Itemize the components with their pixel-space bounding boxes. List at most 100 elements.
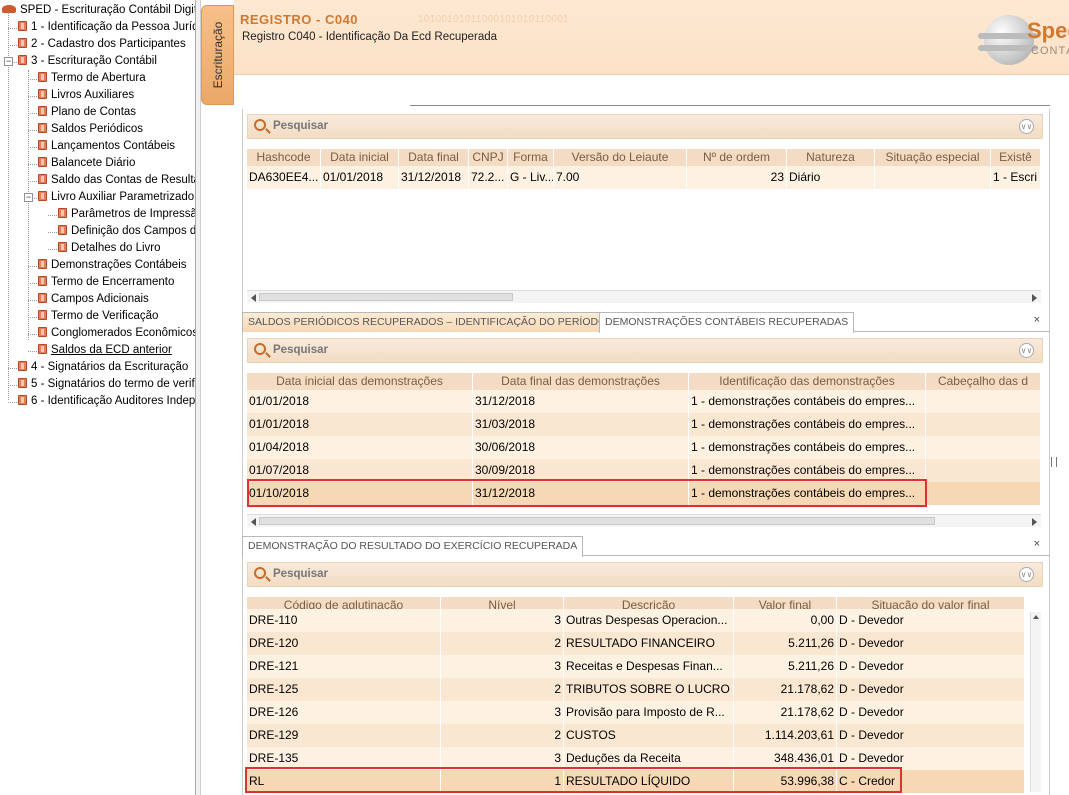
horizontal-scrollbar-1[interactable] <box>247 290 1041 303</box>
collapse-icon[interactable]: − <box>24 193 33 202</box>
column-header[interactable]: Existê <box>991 149 1041 166</box>
tree-item[interactable]: Detalhes do Livro <box>58 240 161 257</box>
column-header[interactable]: Data inicial das demonstrações <box>247 373 473 390</box>
tree-connector <box>28 300 37 301</box>
tree-item[interactable]: Termo de Verificação <box>38 308 158 325</box>
close-icon[interactable]: × <box>1034 314 1040 326</box>
column-header[interactable]: Forma <box>508 149 554 166</box>
table-row[interactable]: DRE-125 2 TRIBUTOS SOBRE O LUCRO 21.178,62 D… <box>247 678 1025 701</box>
tree-item[interactable]: Termo de Abertura <box>38 70 146 87</box>
tree-item-label: Detalhes do Livro <box>71 242 161 254</box>
vertical-scrollbar-3[interactable] <box>1030 612 1041 792</box>
book-icon <box>18 21 27 31</box>
side-tab-escrituracao[interactable]: Escrituração <box>201 5 234 105</box>
collapse-icon[interactable]: − <box>4 57 13 66</box>
scroll-thumb[interactable] <box>259 293 513 301</box>
scroll-up-icon[interactable] <box>1033 615 1039 619</box>
tree-item-label: Balancete Diário <box>51 157 136 169</box>
tree-connector <box>48 215 57 216</box>
tree-item[interactable]: Conglomerados Econômicos <box>38 325 195 342</box>
column-header[interactable]: Data final <box>399 149 469 166</box>
column-header[interactable]: Identificação das demonstrações <box>689 373 926 390</box>
tree-connector <box>48 232 57 233</box>
column-header[interactable]: CNPJ <box>469 149 508 166</box>
tree-item[interactable]: Campos Adicionais <box>38 291 149 308</box>
tree-item[interactable]: 2 - Cadastro dos Participantes <box>18 36 186 53</box>
column-header[interactable]: Situação especial <box>875 149 991 166</box>
tab-saldos-periodicos[interactable]: SALDOS PERIÓDICOS RECUPERADOS – IDENTIFI… <box>242 312 613 332</box>
tree-item[interactable]: 1 - Identificação da Pessoa Jurídica <box>18 19 195 36</box>
navigation-tree: SPED - Escrituração Contábil Digital 1 -… <box>0 0 196 795</box>
tree-item[interactable]: Termo de Encerramento <box>38 274 174 291</box>
table-row[interactable]: 01/01/2018 31/03/2018 1 - demonstrações co… <box>247 413 1041 436</box>
tree-item[interactable]: Parâmetros de Impressão <box>58 206 196 223</box>
tab-demonstracoes-contabeis[interactable]: DEMONSTRAÇÕES CONTÁBEIS RECUPERADAS <box>599 312 855 333</box>
tree-item[interactable]: Saldo das Contas de Resultado <box>38 172 195 189</box>
table-row[interactable]: DRE-126 3 Provisão para Imposto de R... 21.… <box>247 701 1025 724</box>
scroll-right-icon[interactable] <box>1032 294 1037 302</box>
tree-connector <box>28 70 29 340</box>
tab-dre-recuperada[interactable]: DEMONSTRAÇÃO DO RESULTADO DO EXERCÍCIO R… <box>242 536 584 557</box>
tree-item-label: Termo de Encerramento <box>51 276 175 288</box>
tree-item[interactable]: Lançamentos Contábeis <box>38 138 175 155</box>
search-bar-3[interactable]: Pesquisar ∨∨ <box>247 562 1043 587</box>
tree-connector <box>28 283 37 284</box>
table-cell: 1 - demonstrações contábeis do empres... <box>689 436 926 459</box>
tree-item-label: Saldo das Contas de Resultado <box>51 174 195 186</box>
panel-splitter[interactable] <box>196 0 201 795</box>
scroll-right-icon[interactable] <box>1032 518 1037 526</box>
table-row[interactable]: DRE-110 3 Outras Despesas Operacion... 0,00… <box>247 609 1025 632</box>
main-scroll-grip[interactable] <box>1051 457 1057 467</box>
tree-item[interactable]: Definição dos Campos do <box>58 223 195 240</box>
chevron-down-icon[interactable]: ∨∨ <box>1019 119 1034 134</box>
page-subtitle: Registro C040 - Identificação Da Ecd Rec… <box>242 31 498 43</box>
tree-item[interactable]: Livros Auxiliares <box>38 87 134 104</box>
book-icon <box>38 293 47 303</box>
book-icon <box>38 174 47 184</box>
table-row[interactable]: DRE-129 2 CUSTOS 1.114.203,61 D - Devedor <box>247 724 1025 747</box>
column-header[interactable]: Data final das demonstrações <box>473 373 689 390</box>
tree-connector <box>28 317 37 318</box>
scroll-left-icon[interactable] <box>251 294 256 302</box>
tree-item[interactable]: Plano de Contas <box>38 104 136 121</box>
tree-connector <box>28 79 37 80</box>
tree-item[interactable]: Saldos Periódicos <box>38 121 143 138</box>
search-label: Pesquisar <box>273 120 328 132</box>
table-row[interactable]: 01/04/2018 30/06/2018 1 - demonstrações co… <box>247 436 1041 459</box>
tree-item[interactable]: 4 - Signatários da Escrituração <box>18 359 188 376</box>
book-icon <box>38 89 47 99</box>
column-header[interactable]: Natureza <box>787 149 875 166</box>
tree-item-label: Parâmetros de Impressão <box>71 208 196 220</box>
tree-item[interactable]: 3 - Escrituração Contábil <box>18 53 157 70</box>
scroll-thumb[interactable] <box>259 517 935 525</box>
chevron-down-icon[interactable]: ∨∨ <box>1019 567 1034 582</box>
search-label: Pesquisar <box>273 344 328 356</box>
tree-item[interactable]: Balancete Diário <box>38 155 135 172</box>
close-icon[interactable]: × <box>1034 538 1040 550</box>
search-bar-2[interactable]: Pesquisar ∨∨ <box>247 338 1043 363</box>
tree-item[interactable]: Demonstrações Contábeis <box>38 257 187 274</box>
column-header[interactable]: Data inicial <box>321 149 399 166</box>
tree-item-label: Campos Adicionais <box>51 293 149 305</box>
tree-root[interactable]: SPED - Escrituração Contábil Digital <box>2 2 195 19</box>
tree-item[interactable]: 5 - Signatários do termo de verificação <box>18 376 195 393</box>
column-header[interactable]: Versão do Leiaute <box>554 149 687 166</box>
search-bar-1[interactable]: Pesquisar ∨∨ <box>247 114 1043 139</box>
table-row[interactable]: DRE-121 3 Receitas e Despesas Finan... 5.21… <box>247 655 1025 678</box>
tree-item[interactable]: Saldos da ECD anterior <box>38 342 172 359</box>
tree-item[interactable]: Livro Auxiliar Parametrizado <box>38 189 194 206</box>
table-row[interactable]: 01/01/2018 31/12/2018 1 - demonstrações co… <box>247 390 1041 413</box>
book-icon <box>38 157 47 167</box>
tree-connector <box>28 334 37 335</box>
table-row[interactable]: DRE-120 2 RESULTADO FINANCEIRO 5.211,26 D - … <box>247 632 1025 655</box>
table-row[interactable]: DA630EE4... 01/01/2018 31/12/2018 72.2... G … <box>247 166 1041 189</box>
logo-subtitle: CONTÁBIL <box>1031 45 1069 57</box>
chevron-down-icon[interactable]: ∨∨ <box>1019 343 1034 358</box>
horizontal-scrollbar-2[interactable] <box>247 514 1041 527</box>
scroll-left-icon[interactable] <box>251 518 256 526</box>
header-divider <box>410 105 1050 106</box>
column-header[interactable]: Cabeçalho das d <box>926 373 1041 390</box>
column-header[interactable]: Nº de ordem <box>687 149 787 166</box>
tree-item[interactable]: 6 - Identificação Auditores Independente… <box>18 393 195 410</box>
column-header[interactable]: Hashcode <box>247 149 321 166</box>
